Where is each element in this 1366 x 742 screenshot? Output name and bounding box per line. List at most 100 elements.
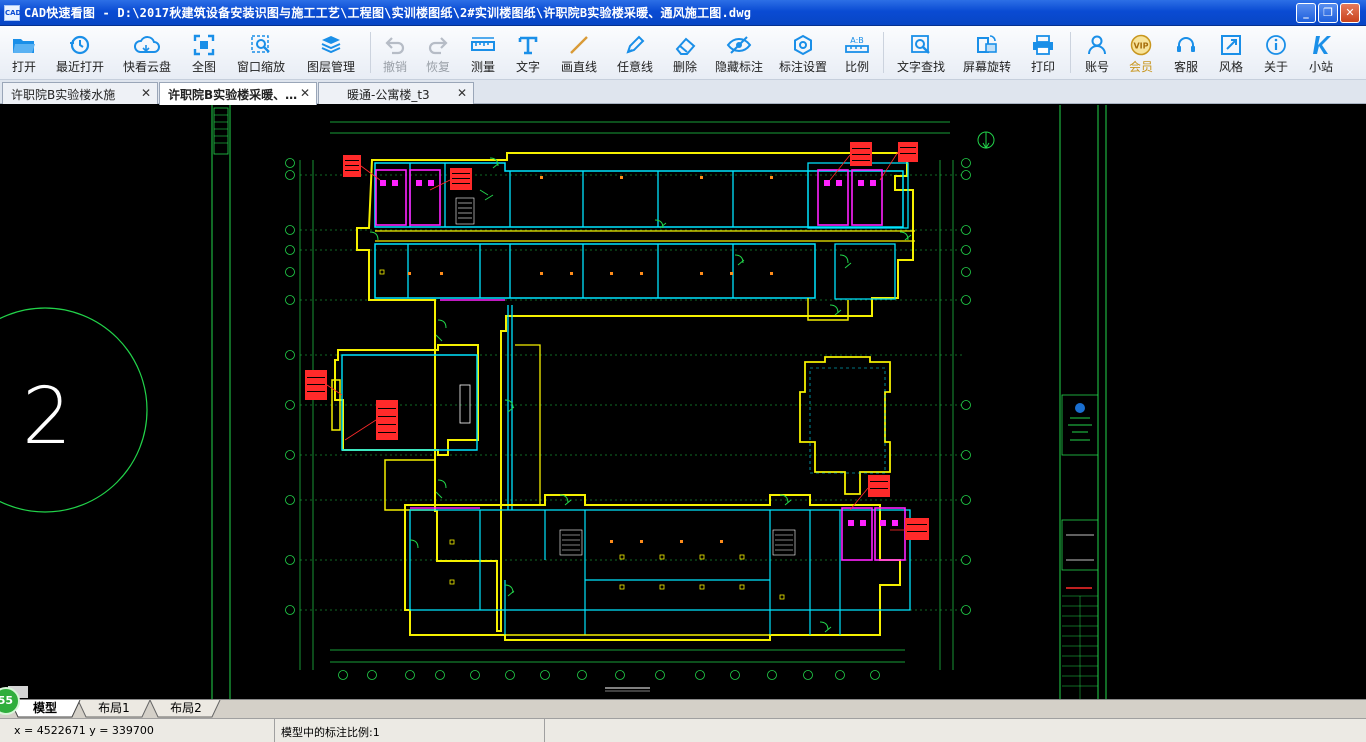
toolbar-label: 屏幕旋转 [962, 60, 1011, 74]
settings-icon [790, 34, 816, 56]
fit-all-icon [191, 34, 217, 56]
rotate-screen-button[interactable]: 屏幕旋转 [954, 26, 1020, 80]
toolbar-label: 关于 [1263, 60, 1288, 74]
tab-label: 许职院B实验楼采暖、… [168, 88, 298, 102]
window-title: CAD快速看图 - D:\2017秋建筑设备安装识图与施工工艺\工程图\实训楼图… [24, 6, 752, 20]
print-button[interactable]: 打印 [1020, 26, 1066, 80]
cloud-button[interactable]: 快看云盘 [112, 26, 182, 80]
zoom-window-icon [248, 34, 274, 56]
tab-water-supply[interactable]: 许职院B实验楼水施 ✕ [2, 82, 158, 104]
maximize-button[interactable]: ❐ [1318, 3, 1338, 23]
folder-open-icon [11, 34, 37, 56]
site-button[interactable]: 小站 [1299, 26, 1343, 80]
floor-plan-drawing[interactable]: 2 [0, 105, 1366, 699]
tab-label: 许职院B实验楼水施 [11, 88, 116, 102]
cursor-coordinates: x = 4522671 y = 339700 [14, 724, 154, 737]
toolbar-label: 客服 [1173, 60, 1198, 74]
scale-button[interactable]: A:B 比例 [835, 26, 879, 80]
viewport-label: 2 [22, 372, 72, 462]
toolbar-label: 任意线 [616, 60, 653, 74]
open-button[interactable]: 打开 [0, 26, 48, 80]
pen-icon [622, 34, 648, 56]
toolbar-separator [370, 32, 371, 73]
toolbar-label: 窗口缩放 [236, 60, 285, 74]
scale-icon: A:B [844, 34, 870, 56]
tab-apartment-hvac[interactable]: 暖通-公寓楼_t3 ✕ [318, 82, 474, 104]
redo-button[interactable]: 恢复 [415, 26, 461, 80]
toolbar-label: 标注设置 [778, 60, 827, 74]
layers-icon [318, 34, 344, 56]
line-icon [566, 34, 592, 56]
layout-tabs: 模型 布局1 布局2 [0, 699, 1366, 718]
zoom-window-button[interactable]: 窗口缩放 [226, 26, 296, 80]
toolbar-label: 打开 [11, 60, 36, 74]
close-button[interactable]: ✕ [1340, 3, 1360, 23]
measure-button[interactable]: 测量 [461, 26, 505, 80]
toolbar-label: 最近打开 [55, 60, 104, 74]
drawing-canvas[interactable]: 2 [0, 105, 1366, 699]
history-icon [67, 34, 93, 56]
support-button[interactable]: 客服 [1163, 26, 1209, 80]
title-bar: CAD CAD快速看图 - D:\2017秋建筑设备安装识图与施工工艺\工程图\… [0, 0, 1366, 26]
status-panel [544, 719, 1366, 742]
cloud-icon [134, 34, 160, 56]
hide-eye-icon [726, 34, 752, 56]
tab-close-icon[interactable]: ✕ [457, 86, 467, 100]
document-tabs: 许职院B实验楼水施 ✕ 许职院B实验楼采暖、… ✕ 暖通-公寓楼_t3 ✕ [0, 80, 1366, 105]
tab-close-icon[interactable]: ✕ [300, 86, 310, 100]
layout-tab-layout1[interactable]: 布局1 [86, 700, 142, 718]
layer-manager-button[interactable]: 图层管理 [296, 26, 366, 80]
annotation-scale: 模型中的标注比例:1 [274, 719, 544, 742]
toolbar-label: 账号 [1084, 60, 1109, 74]
layout-tab-model[interactable]: 模型 [18, 700, 72, 718]
printer-icon [1030, 34, 1056, 56]
rotate-icon [974, 34, 1000, 56]
ruler-icon [470, 34, 496, 56]
layout-tab-layout2[interactable]: 布局2 [158, 700, 214, 718]
toolbar-label: 测量 [470, 60, 495, 74]
toolbar-label: 隐藏标注 [714, 60, 763, 74]
toolbar-label: 恢复 [425, 60, 450, 74]
toolbar-label: 文字查找 [896, 60, 945, 74]
recent-button[interactable]: 最近打开 [48, 26, 112, 80]
app-icon: CAD [4, 4, 21, 21]
vip-icon-text: VIP [1133, 42, 1148, 51]
vip-icon: VIP [1128, 34, 1154, 56]
toolbar-label: 会员 [1128, 60, 1153, 74]
toolbar-label: 全图 [191, 60, 216, 74]
tab-close-icon[interactable]: ✕ [141, 86, 151, 100]
toolbar-label: 删除 [672, 60, 697, 74]
redo-icon [425, 34, 451, 56]
vip-button[interactable]: VIP 会员 [1119, 26, 1163, 80]
tab-label: 暖通-公寓楼_t3 [347, 88, 430, 102]
undo-button[interactable]: 撤销 [375, 26, 415, 80]
fit-all-button[interactable]: 全图 [182, 26, 226, 80]
text-search-button[interactable]: 文字查找 [888, 26, 954, 80]
minimize-button[interactable]: _ [1296, 3, 1316, 23]
account-button[interactable]: 账号 [1075, 26, 1119, 80]
style-icon [1218, 34, 1244, 56]
headset-icon [1173, 34, 1199, 56]
toolbar-label: 图层管理 [306, 60, 355, 74]
hide-annotation-button[interactable]: 隐藏标注 [707, 26, 771, 80]
style-button[interactable]: 风格 [1209, 26, 1253, 80]
scale-icon-text: A:B [850, 36, 864, 45]
annotation-settings-button[interactable]: 标注设置 [771, 26, 835, 80]
undo-icon [382, 34, 408, 56]
toolbar-label: 比例 [844, 60, 869, 74]
toolbar-separator [1070, 32, 1071, 73]
freehand-button[interactable]: 任意线 [607, 26, 663, 80]
draw-line-button[interactable]: 画直线 [551, 26, 607, 80]
eraser-icon [672, 34, 698, 56]
about-button[interactable]: 关于 [1253, 26, 1299, 80]
text-icon [515, 34, 541, 56]
toolbar: 打开 最近打开 快看云盘 全图 窗口缩放 图层管理 撤销 恢复 测量 文字 画直… [0, 26, 1366, 80]
k-logo-icon [1308, 34, 1334, 56]
text-button[interactable]: 文字 [505, 26, 551, 80]
tab-heating-ventilation[interactable]: 许职院B实验楼采暖、… ✕ [159, 82, 317, 105]
toolbar-label: 撤销 [382, 60, 407, 74]
delete-button[interactable]: 删除 [663, 26, 707, 80]
toolbar-label: 快看云盘 [122, 60, 171, 74]
toolbar-label: 打印 [1030, 60, 1055, 74]
toolbar-separator [883, 32, 884, 73]
